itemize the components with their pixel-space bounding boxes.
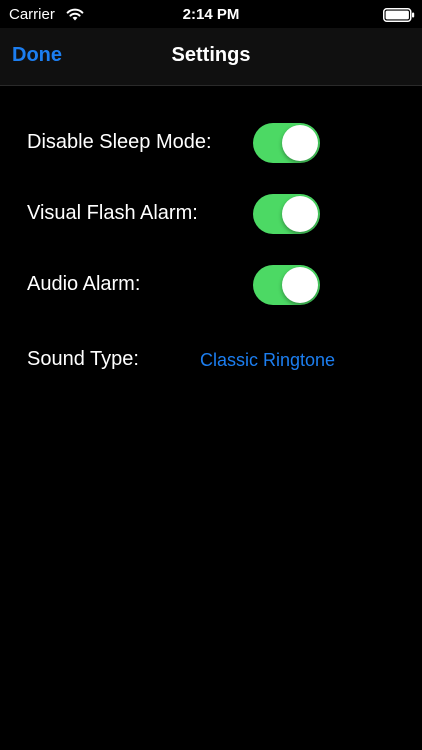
audio-alarm-toggle[interactable]	[253, 265, 320, 305]
navigation-bar: Done Settings	[0, 28, 422, 86]
status-time: 2:14 PM	[182, 6, 240, 23]
toggle-knob	[282, 267, 318, 303]
setting-row-disable-sleep: Disable Sleep Mode:	[0, 123, 422, 163]
toggle-knob	[282, 125, 318, 161]
sound-type-label: Sound Type:	[27, 348, 139, 370]
sound-type-value-button[interactable]: Classic Ringtone	[200, 350, 335, 371]
audio-alarm-label: Audio Alarm:	[27, 273, 141, 295]
visual-flash-toggle[interactable]	[253, 194, 320, 234]
battery-icon	[383, 8, 415, 22]
setting-row-sound-type: Sound Type: Classic Ringtone	[0, 340, 422, 380]
visual-flash-label: Visual Flash Alarm:	[27, 202, 198, 224]
setting-row-visual-flash: Visual Flash Alarm:	[0, 194, 422, 234]
page-title: Settings	[171, 44, 251, 66]
disable-sleep-label: Disable Sleep Mode:	[27, 131, 212, 153]
toggle-knob	[282, 196, 318, 232]
status-bar: Carrier 2:14 PM	[0, 0, 422, 30]
setting-row-audio-alarm: Audio Alarm:	[0, 265, 422, 305]
disable-sleep-toggle[interactable]	[253, 123, 320, 163]
